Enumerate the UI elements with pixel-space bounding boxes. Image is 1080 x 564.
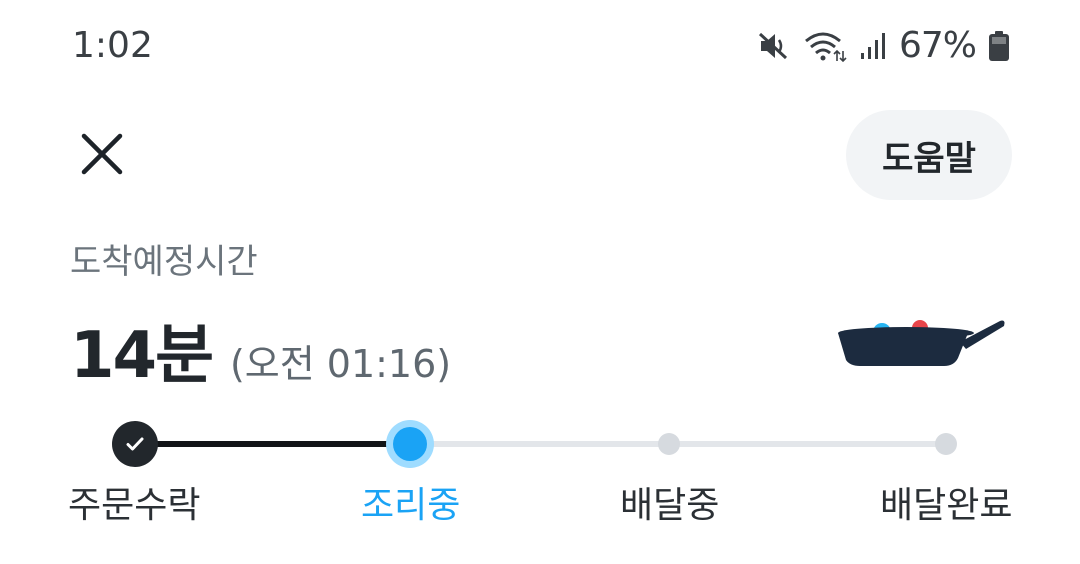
step-dot-cooking: [393, 427, 427, 461]
close-icon: [81, 133, 123, 175]
step-dot-delivered: [935, 433, 957, 455]
status-time: 1:02: [72, 25, 153, 66]
order-tracking-screen: 1:02 67% 도움말 도착예정시간 14분 (오전 01:16) 주문수락 …: [0, 0, 1080, 564]
eta-row: 14분 (오전 01:16): [70, 304, 451, 396]
eta-clock-time: (오전 01:16): [229, 342, 452, 386]
close-button[interactable]: [76, 128, 128, 180]
step-dot-order-accepted: [112, 421, 158, 467]
frying-pan-icon: [836, 312, 1006, 372]
step-label-cooking: 조리중: [361, 485, 461, 526]
eta-label: 도착예정시간: [70, 242, 258, 282]
check-icon: [126, 437, 144, 451]
eta-minutes: 14분: [70, 319, 214, 393]
status-icons: 67%: [757, 24, 1010, 68]
help-button[interactable]: 도움말: [846, 110, 1012, 200]
progress-track-fill: [134, 441, 410, 447]
step-label-delivering: 배달중: [620, 485, 720, 526]
wifi-icon: [803, 29, 847, 63]
step-label-order-accepted: 주문수락: [68, 485, 201, 526]
signal-icon: [859, 31, 887, 61]
mute-icon: [757, 29, 791, 63]
step-label-delivered: 배달완료: [880, 485, 1013, 526]
step-dot-delivering: [658, 433, 680, 455]
battery-percent: 67%: [898, 25, 977, 66]
battery-icon: [988, 30, 1010, 62]
